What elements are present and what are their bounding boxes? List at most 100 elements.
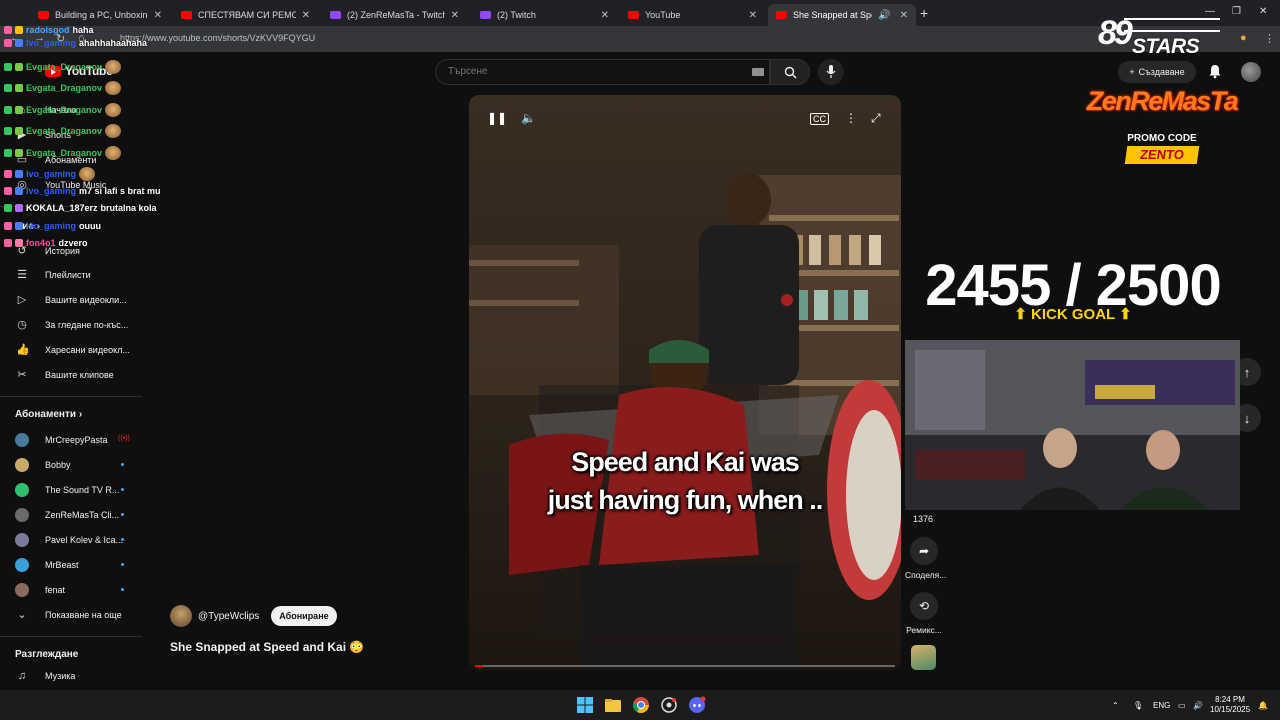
browser-tab-3[interactable]: (2) ZenReMasTa - Twitch ✕ bbox=[322, 4, 467, 26]
logo-stripes bbox=[1124, 18, 1220, 32]
close-window-icon[interactable]: ✕ bbox=[1259, 6, 1267, 17]
chat-message: Evgata_Draganov bbox=[4, 60, 122, 74]
sidebar-sub-soundtv[interactable]: The Sound TV R... bbox=[0, 479, 150, 501]
youtube-favicon-icon bbox=[38, 11, 49, 19]
arrow-down-icon: ↓ bbox=[1243, 410, 1251, 426]
live-icon: ((•)) bbox=[118, 435, 130, 442]
video-frame bbox=[469, 95, 901, 670]
sidebar-sub-fenat[interactable]: fenat bbox=[0, 579, 150, 601]
volume-icon[interactable]: 🔈 bbox=[521, 111, 536, 125]
prime-badge-icon bbox=[15, 170, 23, 178]
channel-avatar[interactable] bbox=[170, 605, 192, 627]
sub-badge-icon bbox=[4, 222, 12, 230]
chat-username: fon4o1 bbox=[26, 238, 56, 248]
mod-badge-icon bbox=[4, 106, 12, 114]
playlist-icon: ☰ bbox=[17, 269, 27, 281]
crown-badge-icon bbox=[15, 26, 23, 34]
chat-username: Evgata_Draganov bbox=[26, 148, 103, 158]
browser-tab-active[interactable]: She Snapped at Speed and 🔊 ✕ bbox=[768, 4, 916, 26]
prime-badge-icon bbox=[15, 39, 23, 47]
url-text[interactable]: https://www.youtube.com/shorts/VzKVV9FQY… bbox=[120, 33, 315, 43]
share-button[interactable]: ➦ Споделя... bbox=[905, 537, 946, 580]
sidebar-sub-bobby[interactable]: Bobby bbox=[0, 454, 150, 476]
close-tab-icon[interactable]: ✕ bbox=[154, 10, 162, 21]
sub-badge-icon bbox=[4, 187, 12, 195]
video-title: She Snapped at Speed and Kai 😳 bbox=[170, 640, 365, 654]
sidebar-item-playlists[interactable]: ☰ Плейлисти bbox=[0, 264, 150, 286]
search-input[interactable] bbox=[448, 66, 738, 77]
microphone-tray-icon[interactable]: 🎙 bbox=[1133, 701, 1143, 710]
new-content-dot bbox=[121, 538, 124, 541]
channel-avatar bbox=[15, 508, 29, 522]
browser-tab-4[interactable]: (2) Twitch ✕ bbox=[472, 4, 617, 26]
discord-icon[interactable] bbox=[688, 696, 706, 714]
sidebar-item-your-videos[interactable]: ▷ Вашите видеокли... bbox=[0, 289, 150, 311]
notification-icon[interactable]: 🔔 bbox=[1258, 701, 1268, 710]
chrome-icon[interactable] bbox=[632, 696, 650, 714]
sidebar-item-watch-later[interactable]: ◷ За гледане по-къс... bbox=[0, 314, 150, 336]
video-progress-bar[interactable] bbox=[475, 665, 895, 667]
tab-label: YouTube bbox=[645, 10, 681, 20]
video-icon: ▷ bbox=[17, 294, 27, 306]
subscribe-button[interactable]: Абониране bbox=[271, 606, 337, 626]
remix-button[interactable]: ⟲ Ремикс... bbox=[905, 592, 943, 635]
taskbar-clock[interactable]: 8:24 PM 10/15/2025 bbox=[1210, 695, 1250, 715]
voice-search-button[interactable] bbox=[818, 59, 844, 85]
keyboard-icon[interactable] bbox=[752, 68, 764, 76]
shorts-video-player[interactable]: ❚❚ 🔈 CC ⋮ ⤢ Speed and Kai was just havin… bbox=[469, 95, 901, 670]
speaker-icon[interactable]: 🔊 bbox=[878, 10, 890, 21]
close-tab-icon[interactable]: ✕ bbox=[302, 10, 310, 21]
sidebar-sub-zenremasta[interactable]: ZenReMasTa Cli... bbox=[0, 504, 150, 526]
captions-icon[interactable]: CC bbox=[810, 113, 829, 125]
arrow-up-icon: ↑ bbox=[1243, 364, 1251, 380]
tray-chevron-icon[interactable]: ⌃ bbox=[1112, 701, 1119, 710]
network-icon[interactable]: ▭ bbox=[1178, 701, 1186, 710]
channel-handle[interactable]: @TypeWclips bbox=[198, 611, 259, 622]
show-more-label: Показване на още bbox=[45, 610, 122, 620]
chat-username: KOKALA_187erz bbox=[26, 203, 98, 213]
sub-badge-icon bbox=[4, 26, 12, 34]
subscriptions-heading[interactable]: Абонаменти › bbox=[15, 409, 82, 420]
fullscreen-icon[interactable]: ⤢ bbox=[871, 111, 881, 126]
search-box bbox=[435, 59, 770, 85]
search-button[interactable] bbox=[770, 59, 810, 85]
maximize-icon[interactable]: ❐ bbox=[1232, 6, 1241, 17]
chevron-right-icon: › bbox=[78, 409, 83, 420]
sidebar-item-liked[interactable]: 👍 Харесани видеокл... bbox=[0, 339, 150, 361]
search-icon bbox=[784, 66, 797, 79]
app-icon[interactable] bbox=[660, 696, 678, 714]
chat-text: ouuu bbox=[79, 221, 102, 231]
stars-number: 89 bbox=[1098, 14, 1133, 52]
youtube-favicon-icon bbox=[776, 11, 787, 19]
close-tab-icon[interactable]: ✕ bbox=[900, 10, 908, 21]
channel-avatar bbox=[15, 458, 29, 472]
new-tab-icon[interactable]: + bbox=[920, 5, 928, 21]
sidebar-item-music-explore[interactable]: ♫ Музика bbox=[0, 665, 150, 687]
sidebar-sub-mrcreepypasta[interactable]: MrCreepyPasta ((•)) bbox=[0, 429, 150, 451]
chat-username: Evgata_Draganov bbox=[26, 62, 103, 72]
menu-icon[interactable]: ⋮ bbox=[1264, 32, 1275, 45]
sound-thumbnail[interactable] bbox=[911, 645, 936, 670]
sidebar-sub-pavel-kolev[interactable]: Pavel Kolev & Ica... bbox=[0, 529, 150, 551]
browser-tab-2[interactable]: СПЕСТЯВАМ СИ РЕМОНТ ЗА 3 ✕ bbox=[173, 4, 318, 26]
emote-icon bbox=[105, 60, 122, 74]
emote-icon bbox=[79, 167, 96, 181]
sidebar-item-clips[interactable]: ✂ Вашите клипове bbox=[0, 364, 150, 386]
volume-tray-icon[interactable]: 🔊 bbox=[1193, 701, 1203, 710]
sidebar-sub-mrbeast[interactable]: MrBeast bbox=[0, 554, 150, 576]
clock-time: 8:24 PM bbox=[1215, 695, 1245, 704]
chevron-down-icon: ⌄ bbox=[17, 609, 27, 621]
windows-start-icon[interactable] bbox=[576, 696, 594, 714]
close-tab-icon[interactable]: ✕ bbox=[451, 10, 459, 21]
close-tab-icon[interactable]: ✕ bbox=[601, 10, 609, 21]
extension-icon[interactable]: ● bbox=[1240, 32, 1247, 44]
show-more-button[interactable]: ⌄ Показване на още bbox=[0, 604, 150, 626]
pause-icon[interactable]: ❚❚ bbox=[487, 111, 507, 125]
sponsor-stars-logo: 89 STARS bbox=[1098, 14, 1228, 72]
more-options-icon[interactable]: ⋮ bbox=[845, 111, 857, 125]
browser-tab-5[interactable]: YouTube ✕ bbox=[620, 4, 765, 26]
account-avatar[interactable] bbox=[1241, 62, 1261, 82]
language-indicator[interactable]: ENG bbox=[1153, 701, 1170, 710]
close-tab-icon[interactable]: ✕ bbox=[749, 10, 757, 21]
file-explorer-icon[interactable] bbox=[604, 696, 622, 714]
